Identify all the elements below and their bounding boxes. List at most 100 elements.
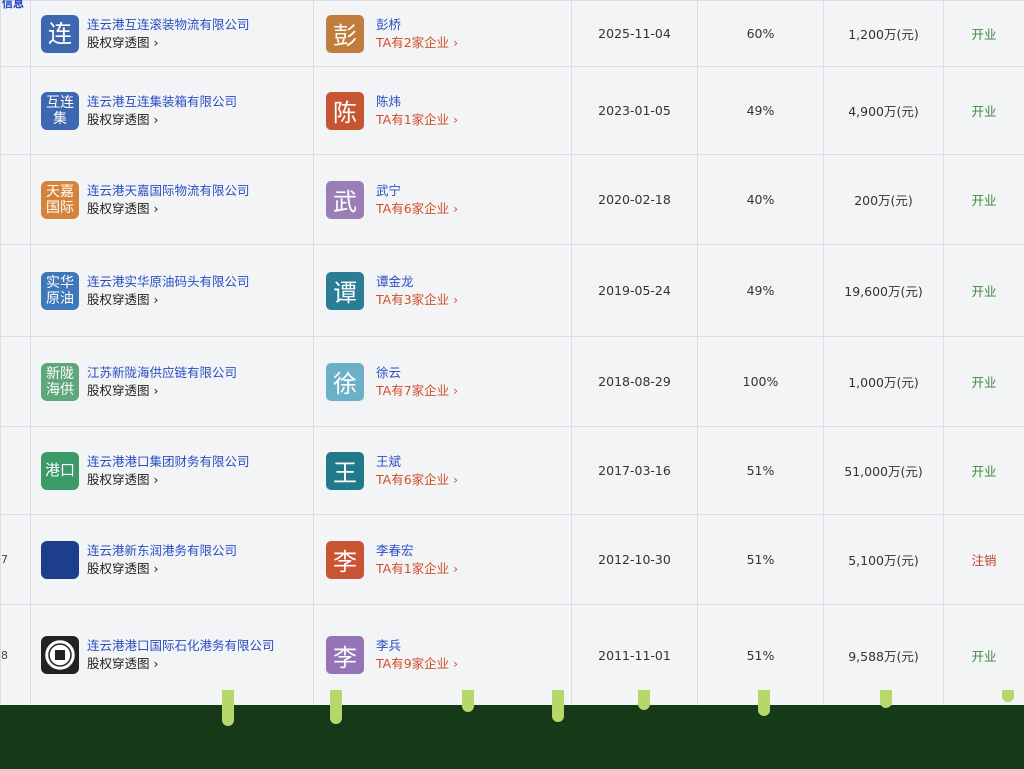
company-cell: 港口 连云港港口集团财务有限公司 股权穿透图 ›	[30, 426, 314, 515]
company-name-link[interactable]: 连云港互连滚装物流有限公司	[87, 16, 250, 34]
representative-cell: 陈 陈炜 TA有1家企业 ›	[313, 66, 572, 155]
company-cell: 实华 原油 连云港实华原油码头有限公司 股权穿透图 ›	[30, 244, 314, 337]
chevron-right-icon: ›	[153, 471, 159, 487]
company-name-link[interactable]: 连云港天嘉国际物流有限公司	[87, 182, 250, 200]
chevron-right-icon: ›	[153, 200, 159, 216]
chevron-right-icon: ›	[453, 656, 459, 671]
row-index	[0, 426, 31, 515]
table-row: 8 连云港港口国际石化港务有限公司 股权穿透图 › 李 李兵 TA有9家企业 ›…	[0, 604, 1024, 705]
business-status: 开业	[943, 0, 1024, 67]
person-name-link[interactable]: 徐云	[376, 364, 458, 382]
company-logo: 实华 原油	[41, 271, 79, 310]
person-avatar: 彭	[326, 14, 364, 53]
company-name-link[interactable]: 连云港实华原油码头有限公司	[87, 273, 250, 291]
person-company-count-link[interactable]: TA有1家企业 ›	[376, 111, 458, 129]
holding-ratio: 49%	[697, 66, 824, 155]
company-cell: 天嘉 国际 连云港天嘉国际物流有限公司 股权穿透图 ›	[30, 154, 314, 245]
company-name-link[interactable]: 连云港新东润港务有限公司	[87, 542, 237, 560]
chevron-right-icon: ›	[153, 34, 159, 50]
person-avatar: 徐	[326, 362, 364, 401]
table-row: 港口 连云港港口集团财务有限公司 股权穿透图 › 王 王斌 TA有6家企业 › …	[0, 426, 1024, 515]
person-company-count-link[interactable]: TA有6家企业 ›	[376, 471, 458, 489]
equity-structure-link[interactable]: 股权穿透图 ›	[87, 291, 250, 309]
company-logo: 新陇 海供	[41, 362, 79, 401]
company-name-link[interactable]: 连云港港口集团财务有限公司	[87, 453, 250, 471]
representative-cell: 李 李春宏 TA有1家企业 ›	[313, 514, 572, 605]
registered-capital: 200万(元)	[823, 154, 944, 245]
established-date: 2011-11-01	[571, 604, 698, 705]
holding-ratio: 100%	[697, 336, 824, 427]
person-company-count-link[interactable]: TA有3家企业 ›	[376, 291, 458, 309]
holding-ratio: 51%	[697, 426, 824, 515]
table-row: 连 连云港互连滚装物流有限公司 股权穿透图 › 彭 彭桥 TA有2家企业 › 2…	[0, 0, 1024, 67]
person-company-count-link[interactable]: TA有1家企业 ›	[376, 560, 458, 578]
company-logo: 互连集	[41, 91, 79, 130]
person-avatar: 武	[326, 180, 364, 219]
company-cell: 连云港港口国际石化港务有限公司 股权穿透图 ›	[30, 604, 314, 705]
company-cell: 连 连云港互连滚装物流有限公司 股权穿透图 ›	[30, 0, 314, 67]
equity-structure-link[interactable]: 股权穿透图 ›	[87, 655, 275, 673]
equity-structure-link[interactable]: 股权穿透图 ›	[87, 560, 237, 578]
chevron-right-icon: ›	[453, 560, 459, 576]
company-name-link[interactable]: 连云港互连集装箱有限公司	[87, 93, 237, 111]
chevron-right-icon: ›	[453, 471, 459, 487]
person-name-link[interactable]: 王斌	[376, 453, 458, 471]
company-name-link[interactable]: 江苏新陇海供应链有限公司	[87, 364, 237, 382]
business-status: 开业	[943, 154, 1024, 245]
representative-cell: 李 李兵 TA有9家企业 ›	[313, 604, 572, 705]
equity-structure-link[interactable]: 股权穿透图 ›	[87, 111, 237, 129]
business-status: 注销	[943, 514, 1024, 605]
established-date: 2020-02-18	[571, 154, 698, 245]
person-company-count-link[interactable]: TA有7家企业 ›	[376, 382, 458, 400]
chevron-right-icon: ›	[153, 656, 159, 671]
person-company-count-link[interactable]: TA有2家企业 ›	[376, 34, 458, 52]
row-index	[0, 154, 31, 245]
table-row: 7 连云港新东润港务有限公司 股权穿透图 › 李 李春宏 TA有1家企业 › 2…	[0, 514, 1024, 605]
equity-structure-link[interactable]: 股权穿透图 ›	[87, 382, 237, 400]
person-avatar: 李	[326, 540, 364, 579]
investment-table: 连 连云港互连滚装物流有限公司 股权穿透图 › 彭 彭桥 TA有2家企业 › 2…	[0, 0, 1024, 705]
company-logo: 连	[41, 14, 79, 53]
business-status: 开业	[943, 66, 1024, 155]
representative-cell: 武 武宁 TA有6家企业 ›	[313, 154, 572, 245]
chevron-right-icon: ›	[153, 560, 159, 576]
business-status: 开业	[943, 336, 1024, 427]
chevron-right-icon: ›	[453, 34, 459, 50]
person-avatar: 谭	[326, 271, 364, 310]
company-name-link[interactable]: 连云港港口国际石化港务有限公司	[87, 637, 275, 655]
person-name-link[interactable]: 李春宏	[376, 542, 458, 560]
person-company-count-link[interactable]: TA有6家企业 ›	[376, 200, 458, 218]
person-company-count-link[interactable]: TA有9家企业 ›	[376, 655, 458, 673]
equity-structure-link[interactable]: 股权穿透图 ›	[87, 200, 250, 218]
company-logo	[41, 540, 79, 579]
person-name-link[interactable]: 谭金龙	[376, 273, 458, 291]
company-cell: 互连集 连云港互连集装箱有限公司 股权穿透图 ›	[30, 66, 314, 155]
equity-structure-link[interactable]: 股权穿透图 ›	[87, 471, 250, 489]
person-avatar: 李	[326, 636, 364, 674]
row-index	[0, 0, 31, 67]
registered-capital: 4,900万(元)	[823, 66, 944, 155]
equity-structure-link[interactable]: 股权穿透图 ›	[87, 34, 250, 52]
person-avatar: 陈	[326, 91, 364, 130]
row-index: 8	[0, 604, 31, 705]
established-date: 2019-05-24	[571, 244, 698, 337]
person-name-link[interactable]: 李兵	[376, 637, 458, 655]
representative-cell: 彭 彭桥 TA有2家企业 ›	[313, 0, 572, 67]
person-name-link[interactable]: 武宁	[376, 182, 458, 200]
chevron-right-icon: ›	[153, 382, 159, 398]
registered-capital: 51,000万(元)	[823, 426, 944, 515]
person-name-link[interactable]: 彭桥	[376, 16, 458, 34]
table-row: 新陇 海供 江苏新陇海供应链有限公司 股权穿透图 › 徐 徐云 TA有7家企业 ›…	[0, 336, 1024, 427]
section-header-fragment: 信息	[2, 0, 24, 10]
person-avatar: 王	[326, 451, 364, 490]
company-cell: 新陇 海供 江苏新陇海供应链有限公司 股权穿透图 ›	[30, 336, 314, 427]
representative-cell: 谭 谭金龙 TA有3家企业 ›	[313, 244, 572, 337]
company-logo	[41, 636, 79, 674]
row-index	[0, 336, 31, 427]
chevron-right-icon: ›	[153, 291, 159, 307]
holding-ratio: 40%	[697, 154, 824, 245]
holding-ratio: 49%	[697, 244, 824, 337]
registered-capital: 19,600万(元)	[823, 244, 944, 337]
row-index	[0, 66, 31, 155]
person-name-link[interactable]: 陈炜	[376, 93, 458, 111]
